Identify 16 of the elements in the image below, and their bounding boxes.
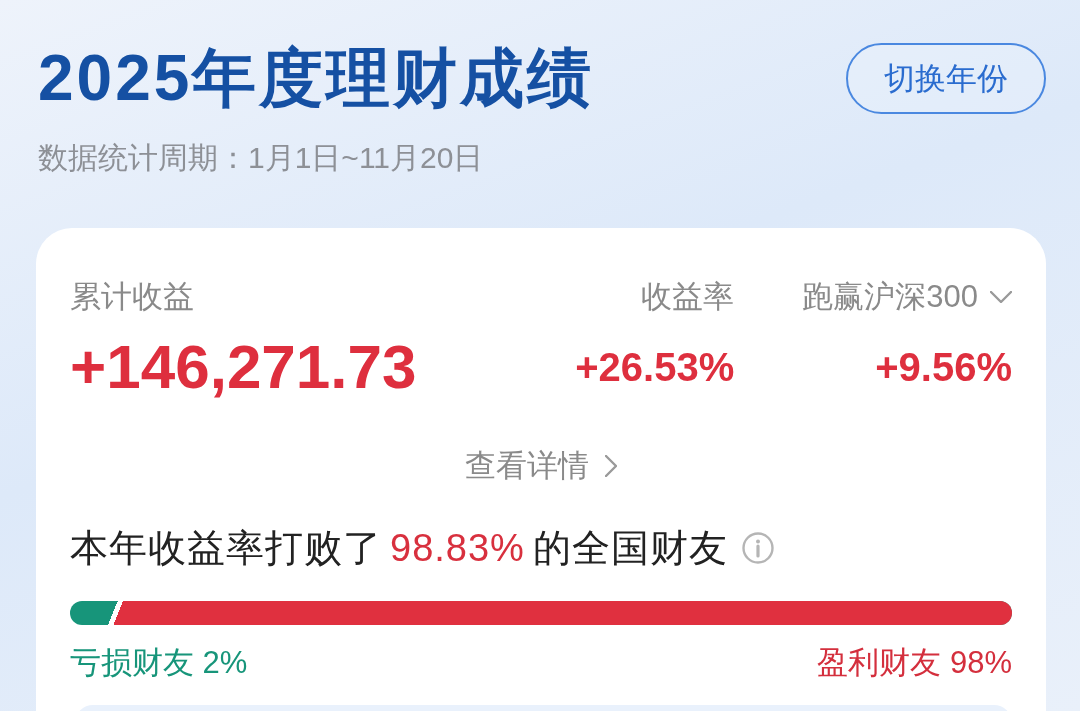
chevron-down-icon (990, 291, 1012, 303)
switch-year-button[interactable]: 切换年份 (846, 43, 1046, 114)
ranking-sentence: 本年收益率打败了 98.83% 的全国财友 (70, 526, 728, 571)
metric-label: 累计收益 (70, 278, 195, 316)
period-text: 数据统计周期：1月1日~11月20日 (38, 140, 485, 176)
loss-label: 亏损财友 2% (70, 644, 248, 682)
page-title: 2025年度理财成绩 (38, 41, 595, 116)
metric-label: 收益率 (641, 278, 735, 316)
details-link[interactable]: 查看详情 (465, 446, 617, 486)
info-icon[interactable] (741, 532, 774, 564)
return-rate-value: +26.53% (575, 344, 735, 391)
benchmark-dropdown[interactable]: 跑赢沪深300 (802, 277, 1012, 317)
total-earnings-value: +146,271.73 (70, 332, 418, 402)
benchmark-excess-value: +9.56% (875, 344, 1012, 391)
profit-label: 盈利财友 98% (817, 644, 1012, 682)
chevron-right-icon (605, 455, 617, 477)
